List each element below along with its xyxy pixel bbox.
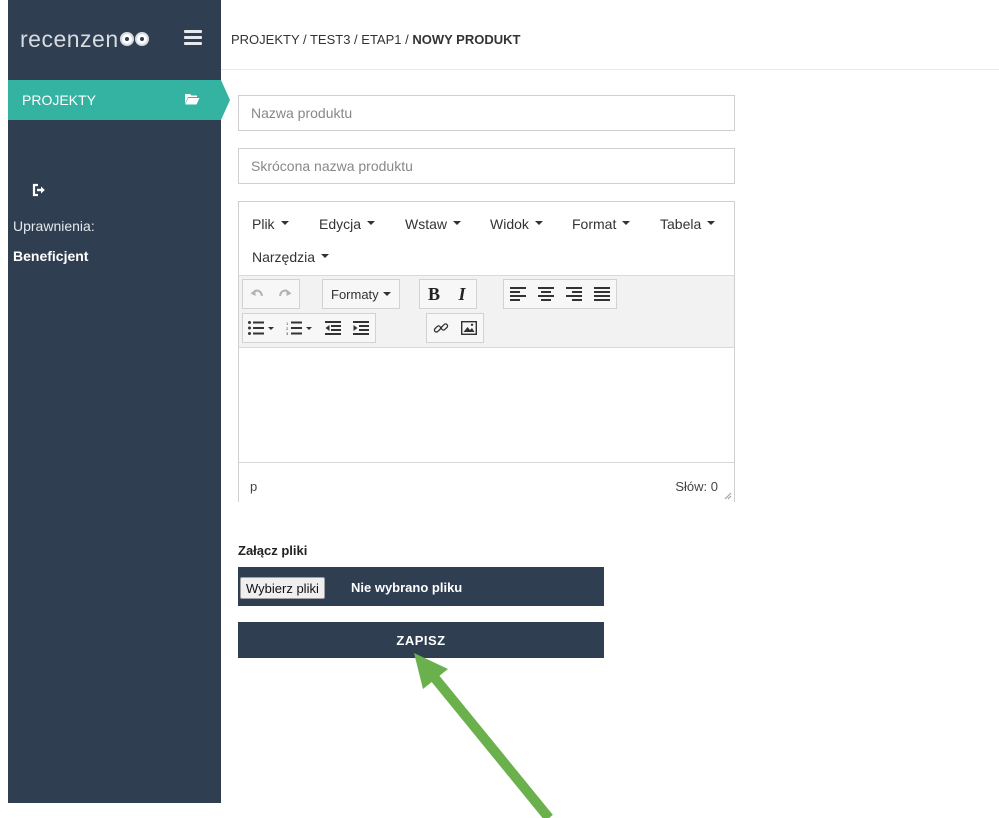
menu-label: Edycja: [319, 216, 362, 232]
breadcrumb-path[interactable]: PROJEKTY / TEST3 / ETAP1 /: [231, 32, 412, 47]
bold-icon[interactable]: B: [420, 280, 448, 308]
breadcrumb: PROJEKTY / TEST3 / ETAP1 / NOWY PRODUKT: [231, 32, 520, 47]
menu-narzedzia[interactable]: Narzędzia: [252, 249, 330, 265]
breadcrumb-current: NOWY PRODUKT: [412, 32, 521, 47]
sidebar-item-label: PROJEKTY: [22, 92, 96, 108]
product-short-name-input[interactable]: [238, 148, 735, 184]
sign-out-icon[interactable]: [32, 183, 46, 197]
undo-icon[interactable]: [243, 280, 271, 308]
lists-group: 123: [242, 313, 376, 343]
sidebar-item-projekty[interactable]: PROJEKTY: [8, 80, 230, 120]
editor-toolbar: Formaty B I 123: [239, 276, 734, 348]
caret-down-icon: [534, 221, 543, 226]
formats-group: Formaty: [322, 279, 400, 309]
logo-bar: recenzen: [8, 0, 221, 72]
menu-tabela[interactable]: Tabela: [660, 216, 716, 232]
text-style-group: B I: [419, 279, 477, 309]
caret-down-icon: [707, 221, 716, 226]
file-status: Nie wybrano pliku: [351, 580, 463, 595]
history-group: [242, 279, 300, 309]
caret-down-icon: [367, 221, 376, 226]
word-count: Słów: 0: [675, 479, 718, 494]
link-icon[interactable]: [427, 314, 455, 342]
app-logo[interactable]: recenzen: [20, 26, 152, 53]
menu-edycja[interactable]: Edycja: [319, 216, 376, 232]
align-left-icon[interactable]: [504, 280, 532, 308]
menu-wstaw[interactable]: Wstaw: [405, 216, 461, 232]
product-name-input[interactable]: [238, 95, 735, 131]
menu-label: Plik: [252, 216, 275, 232]
hamburger-menu-icon[interactable]: [184, 30, 202, 45]
svg-text:3: 3: [286, 331, 289, 335]
caret-down-icon: [382, 292, 391, 296]
menu-format[interactable]: Format: [572, 216, 631, 232]
menu-label: Widok: [490, 216, 529, 232]
editor-content-area[interactable]: [239, 348, 734, 462]
align-center-icon[interactable]: [532, 280, 560, 308]
caret-down-icon: [453, 221, 461, 226]
caret-down-icon: [280, 221, 289, 226]
insert-group: [426, 313, 484, 343]
sidebar: recenzen PROJEKTY Uprawnienia: Beneficje…: [8, 0, 230, 803]
align-justify-icon[interactable]: [588, 280, 616, 308]
menu-plik[interactable]: Plik: [252, 216, 289, 232]
formats-dropdown[interactable]: Formaty: [323, 280, 399, 308]
redo-icon[interactable]: [271, 280, 299, 308]
folder-open-icon: [185, 94, 200, 105]
formats-label: Formaty: [331, 286, 379, 302]
element-path[interactable]: p: [250, 479, 257, 494]
menu-label: Narzędzia: [252, 249, 316, 265]
alignment-group: [503, 279, 617, 309]
numbered-list-icon[interactable]: 123: [281, 314, 319, 342]
caret-down-icon: [622, 221, 631, 226]
italic-icon[interactable]: I: [448, 280, 476, 308]
menu-label: Tabela: [660, 216, 702, 232]
logo-eyes-icon: [119, 31, 152, 47]
file-input: Wybierz pliki Nie wybrano pliku: [238, 567, 604, 606]
logo-text: recenzen: [20, 26, 119, 52]
image-icon[interactable]: [455, 314, 483, 342]
rich-text-editor: Plik Edycja Wstaw Widok Format Tabela Na…: [238, 201, 735, 502]
role-label: Beneficjent: [13, 248, 89, 264]
align-right-icon[interactable]: [560, 280, 588, 308]
menu-label: Wstaw: [405, 216, 447, 232]
editor-statusbar: p Słów: 0: [239, 462, 734, 502]
bullet-list-icon[interactable]: [243, 314, 281, 342]
indent-icon[interactable]: [347, 314, 375, 342]
permissions-label: Uprawnienia:: [13, 218, 95, 234]
caret-down-icon: [321, 254, 330, 259]
header: PROJEKTY / TEST3 / ETAP1 / NOWY PRODUKT: [221, 0, 999, 70]
outdent-icon[interactable]: [319, 314, 347, 342]
resize-handle-icon[interactable]: [724, 492, 732, 500]
menu-widok[interactable]: Widok: [490, 216, 543, 232]
menu-label: Format: [572, 216, 617, 232]
choose-files-button[interactable]: Wybierz pliki: [240, 577, 325, 599]
save-button[interactable]: ZAPISZ: [238, 622, 604, 658]
attach-files-label: Załącz pliki: [238, 543, 308, 558]
editor-menubar: Plik Edycja Wstaw Widok Format Tabela Na…: [239, 202, 734, 276]
